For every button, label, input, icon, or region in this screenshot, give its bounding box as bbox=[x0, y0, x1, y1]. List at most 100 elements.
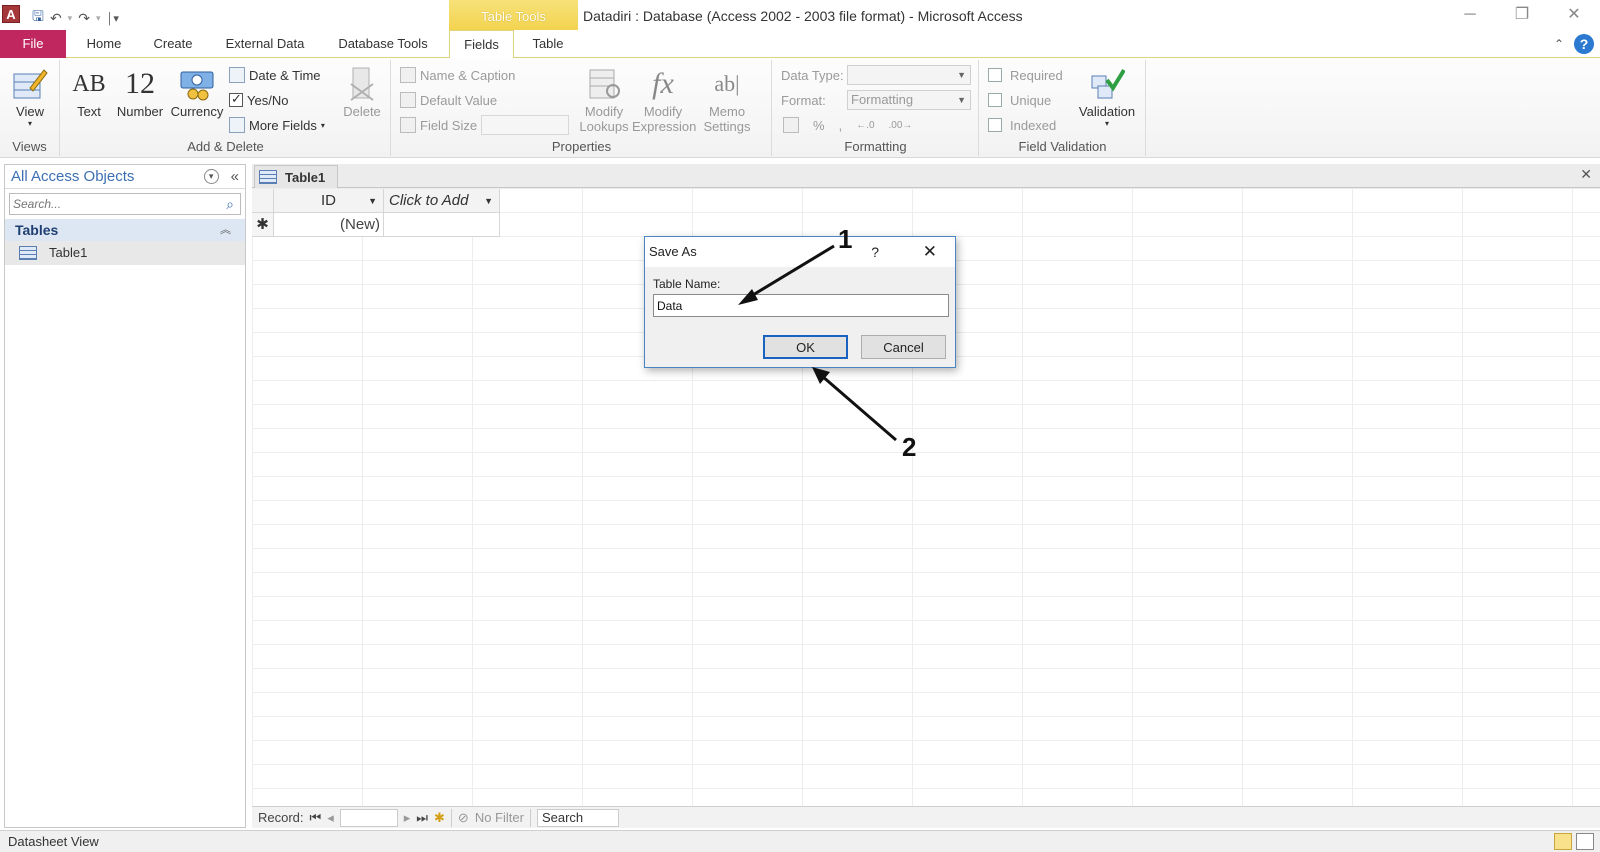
nav-search-box: ⌕ bbox=[9, 193, 241, 215]
tab-external-data[interactable]: External Data bbox=[216, 30, 314, 58]
date-time-button[interactable]: Date & Time bbox=[229, 64, 321, 86]
shutter-bar-close-icon[interactable]: « bbox=[231, 165, 239, 189]
nav-group-tables[interactable]: Tables ︽ bbox=[5, 219, 245, 241]
save-icon[interactable]: 🖫 bbox=[32, 6, 44, 30]
nav-search-input[interactable] bbox=[10, 194, 220, 214]
data-type-dropdown[interactable]: ▼ bbox=[847, 65, 971, 85]
divider bbox=[529, 808, 531, 827]
status-bar: Datasheet View bbox=[0, 830, 1600, 852]
record-search-input[interactable] bbox=[536, 808, 619, 827]
tab-create[interactable]: Create bbox=[142, 30, 204, 58]
data-type-label: Data Type: bbox=[781, 67, 844, 83]
previous-record-icon[interactable]: ◂ bbox=[327, 810, 334, 826]
new-record-icon[interactable]: ✱ bbox=[434, 810, 445, 826]
decrease-decimals-button[interactable]: .00→ bbox=[889, 120, 913, 131]
cell-click-to-add-new[interactable] bbox=[384, 213, 500, 237]
select-all-cell[interactable] bbox=[252, 189, 274, 213]
currency-format-icon[interactable] bbox=[783, 117, 799, 133]
no-filter-button[interactable]: No Filter bbox=[475, 810, 524, 825]
delete-field-button[interactable]: Delete bbox=[339, 64, 385, 119]
validation-button[interactable]: Validation ▾ bbox=[1074, 64, 1140, 128]
column-header-label: Click to Add bbox=[389, 192, 469, 209]
unique-checkbox[interactable]: Unique bbox=[988, 89, 1051, 111]
dialog-close-icon[interactable]: ✕ bbox=[923, 237, 937, 267]
default-value-button[interactable]: Default Value bbox=[400, 89, 497, 111]
cell-id-new[interactable]: (New) bbox=[274, 213, 384, 237]
redo-dropdown-icon[interactable]: ▾ bbox=[96, 13, 101, 24]
view-button[interactable]: View ▾ bbox=[6, 64, 54, 128]
field-size-icon bbox=[400, 117, 416, 133]
last-record-icon[interactable]: ⏭ bbox=[416, 810, 428, 826]
indexed-checkbox[interactable]: Indexed bbox=[988, 114, 1056, 136]
datasheet-view-icon[interactable] bbox=[1554, 833, 1572, 850]
column-header-id[interactable]: ID ▼ bbox=[274, 189, 384, 213]
more-fields-button[interactable]: More Fields ▾ bbox=[229, 114, 325, 136]
tab-file[interactable]: File bbox=[0, 30, 66, 58]
current-record-input[interactable] bbox=[339, 808, 398, 827]
first-record-icon[interactable]: ⏮ bbox=[310, 810, 322, 826]
column-dropdown-icon[interactable]: ▼ bbox=[368, 189, 377, 213]
new-record-selector[interactable]: ✱ bbox=[252, 213, 274, 237]
modify-lookups-button[interactable]: Modify Lookups bbox=[578, 64, 630, 134]
ok-button[interactable]: OK bbox=[763, 335, 848, 359]
tab-table[interactable]: Table bbox=[520, 30, 576, 58]
required-checkbox[interactable]: Required bbox=[988, 64, 1063, 86]
minimize-icon[interactable]: ─ bbox=[1444, 0, 1496, 30]
document-tab-table1[interactable]: Table1 bbox=[254, 165, 338, 188]
nav-group-label: Tables bbox=[15, 222, 59, 238]
format-value: Formatting bbox=[851, 92, 914, 107]
nav-item-table1[interactable]: Table1 bbox=[5, 241, 245, 265]
help-icon[interactable]: ? bbox=[1574, 34, 1594, 54]
design-view-icon[interactable] bbox=[1576, 833, 1594, 850]
search-icon[interactable]: ⌕ bbox=[220, 196, 240, 213]
text-field-button[interactable]: AB Text bbox=[69, 64, 109, 120]
minimize-ribbon-icon[interactable]: ⌃ bbox=[1554, 37, 1564, 51]
modify-expression-button[interactable]: fx Modify Expression bbox=[632, 64, 696, 134]
nav-pane-header[interactable]: All Access Objects ▾ « bbox=[5, 165, 245, 189]
validation-icon bbox=[1074, 64, 1140, 104]
help-area: ⌃ ? bbox=[1554, 34, 1594, 54]
number-field-button[interactable]: 12 Number bbox=[115, 64, 165, 119]
nav-menu-icon[interactable]: ▾ bbox=[203, 169, 219, 184]
redo-icon[interactable]: ↷ bbox=[78, 10, 90, 27]
undo-dropdown-icon[interactable]: ▾ bbox=[68, 13, 73, 24]
name-caption-button[interactable]: Name & Caption bbox=[400, 64, 515, 86]
filter-icon[interactable]: ⊘ bbox=[458, 810, 469, 826]
number-field-label: Number bbox=[116, 104, 164, 119]
group-properties: Name & Caption Default Value Field Size … bbox=[392, 60, 772, 156]
close-icon[interactable]: ✕ bbox=[1548, 0, 1600, 30]
collapse-group-icon[interactable]: ︽ bbox=[220, 219, 231, 241]
nav-pane-title: All Access Objects bbox=[11, 168, 135, 185]
table-name-input[interactable] bbox=[653, 294, 949, 317]
column-dropdown-icon[interactable]: ▼ bbox=[484, 189, 493, 213]
new-record-row[interactable]: ✱ (New) bbox=[252, 213, 500, 237]
percent-format-button[interactable]: % bbox=[813, 118, 825, 133]
document-tab-label: Table1 bbox=[285, 169, 326, 185]
more-fields-label: More Fields bbox=[249, 117, 317, 133]
status-text: Datasheet View bbox=[8, 834, 99, 849]
memo-settings-icon: ab| bbox=[714, 71, 740, 96]
undo-icon[interactable]: ↶ bbox=[50, 10, 62, 27]
format-dropdown[interactable]: Formatting ▼ bbox=[847, 90, 971, 110]
tab-database-tools[interactable]: Database Tools bbox=[328, 30, 438, 58]
comma-format-button[interactable]: , bbox=[839, 118, 843, 133]
cancel-button[interactable]: Cancel bbox=[861, 335, 946, 359]
restore-icon[interactable]: ❐ bbox=[1496, 0, 1548, 30]
tab-fields[interactable]: Fields bbox=[449, 30, 514, 59]
next-record-icon[interactable]: ▸ bbox=[404, 810, 411, 826]
dialog-help-button[interactable]: ? bbox=[871, 237, 879, 267]
column-header-click-to-add[interactable]: Click to Add ▼ bbox=[384, 189, 500, 213]
increase-decimals-button[interactable]: ←.0 bbox=[856, 120, 874, 131]
indexed-checkbox-box bbox=[988, 118, 1002, 132]
format-label: Format: bbox=[781, 92, 826, 108]
access-app-icon[interactable]: A bbox=[2, 5, 20, 23]
customize-qat-icon[interactable]: │▾ bbox=[106, 12, 118, 25]
close-document-icon[interactable]: ✕ bbox=[1580, 166, 1592, 183]
currency-field-button[interactable]: Currency bbox=[169, 64, 225, 119]
tab-home[interactable]: Home bbox=[76, 30, 132, 58]
yes-no-button[interactable]: Yes/No bbox=[229, 89, 288, 111]
field-size-input[interactable] bbox=[481, 115, 570, 135]
table-tools-contextual-tab: Table Tools bbox=[449, 0, 578, 30]
required-checkbox-box bbox=[988, 68, 1002, 82]
memo-settings-button[interactable]: ab| Memo Settings bbox=[696, 64, 758, 134]
